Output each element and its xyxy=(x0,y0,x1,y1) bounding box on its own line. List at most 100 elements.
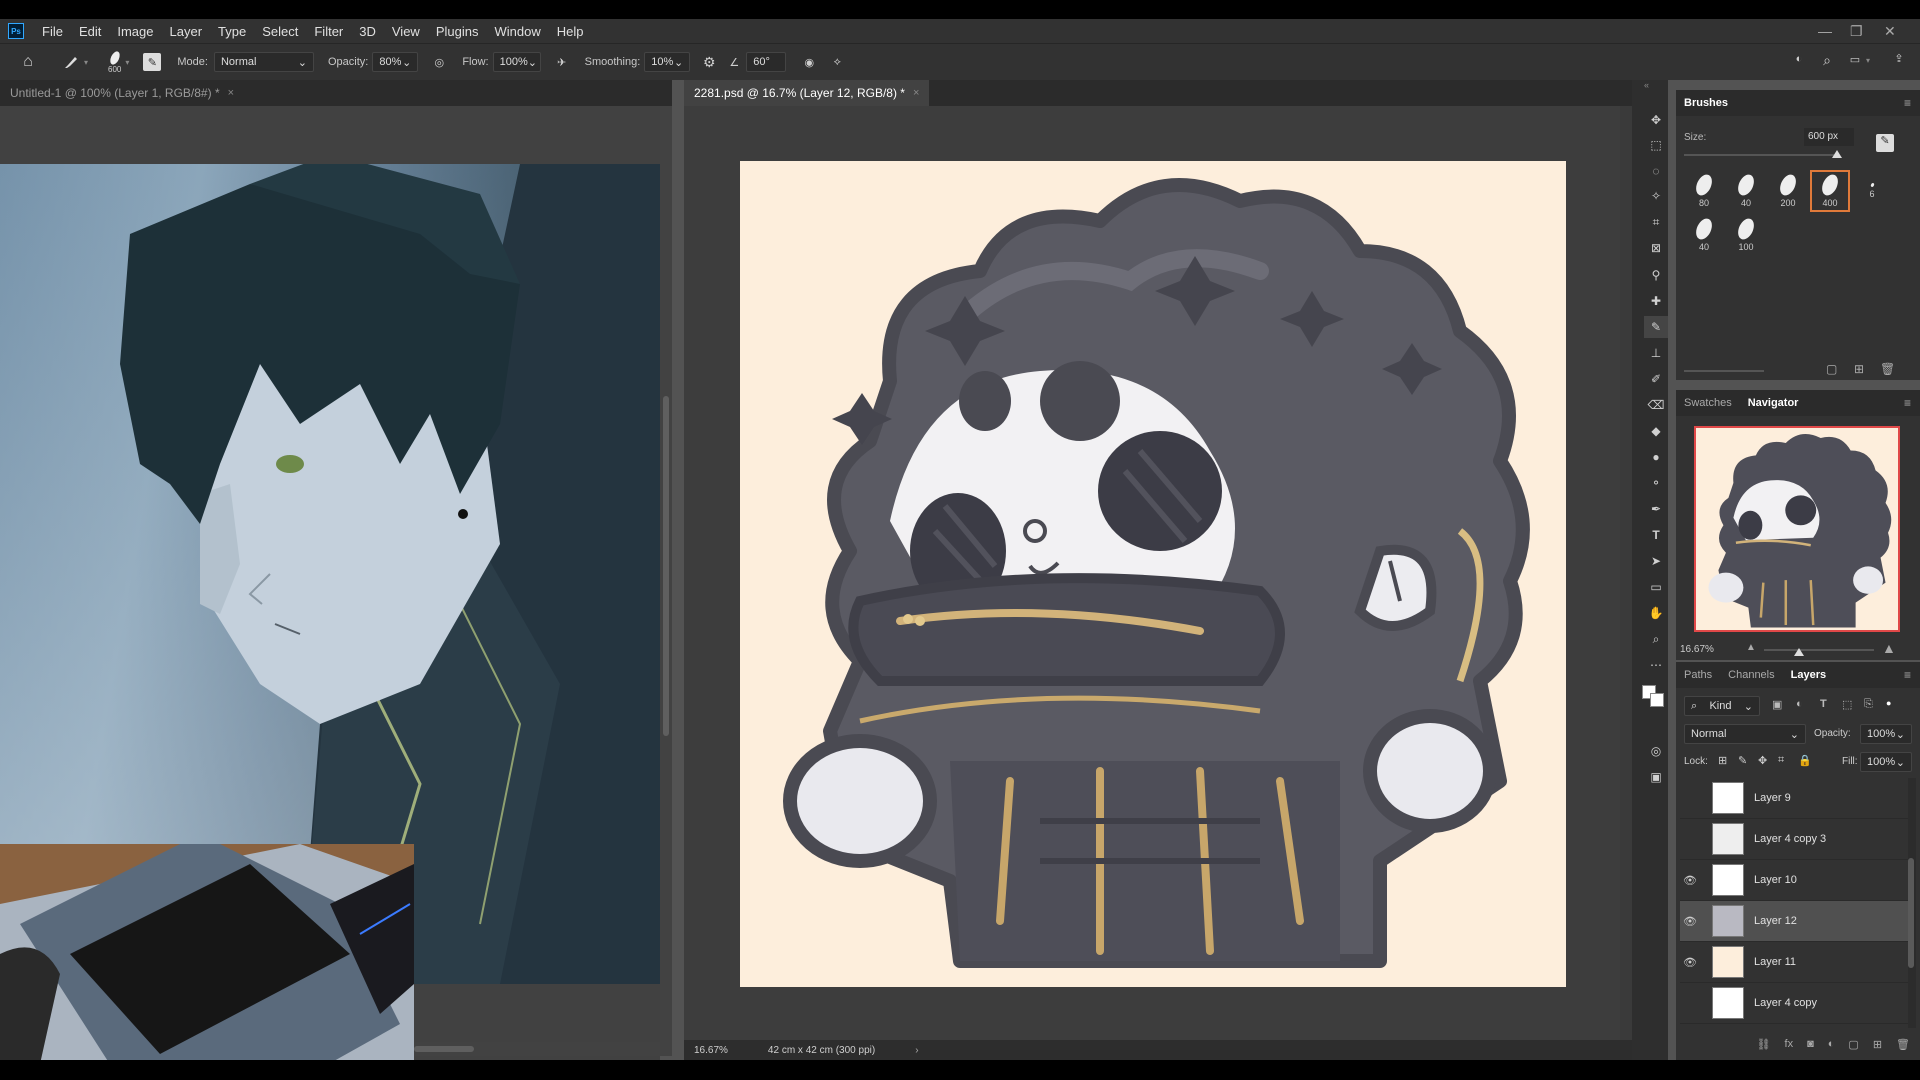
gear-icon[interactable]: ⚙ xyxy=(700,54,718,71)
menu-edit[interactable]: Edit xyxy=(71,24,109,39)
status-zoom[interactable]: 16.67% xyxy=(694,1045,728,1056)
eye-icon[interactable]: 👁 xyxy=(1680,874,1700,887)
filter-shape-icon[interactable]: ⬚ xyxy=(1842,698,1852,711)
chevron-down-icon[interactable]: ▾ xyxy=(1866,56,1870,65)
scroll-thumb[interactable] xyxy=(1908,858,1914,968)
type-tool-icon[interactable]: T xyxy=(1644,524,1668,546)
layer-row[interactable]: Layer 4 copy 3 xyxy=(1680,819,1912,860)
eyedropper-icon[interactable]: ⚲ xyxy=(1644,264,1668,286)
menu-file[interactable]: File xyxy=(34,24,71,39)
airbrush-icon[interactable]: ✈ xyxy=(553,56,571,69)
adjustment-layer-icon[interactable]: ◐ xyxy=(1828,1038,1835,1050)
brush-preview-slider[interactable] xyxy=(1684,370,1764,372)
tab-paths[interactable]: Paths xyxy=(1676,669,1720,681)
history-brush-icon[interactable]: ✐ xyxy=(1644,368,1668,390)
brush-settings-icon[interactable]: ✎ xyxy=(143,53,162,71)
tab-swatches[interactable]: Swatches xyxy=(1676,397,1740,409)
menu-window[interactable]: Window xyxy=(486,24,548,39)
menu-select[interactable]: Select xyxy=(254,24,306,39)
left-vertical-scrollbar[interactable] xyxy=(660,106,672,1046)
brushes-panel-title[interactable]: Brushes xyxy=(1676,97,1736,109)
pressure-size-icon[interactable]: ◉ xyxy=(800,56,818,69)
layer-opacity-input[interactable]: 100% ⌄ xyxy=(1860,724,1912,744)
close-window-icon[interactable]: ✕ xyxy=(1884,19,1896,43)
lock-all-icon[interactable]: 🔒 xyxy=(1798,754,1812,767)
lock-position-icon[interactable]: ✥ xyxy=(1758,754,1767,767)
workspace-icon[interactable]: ▭ xyxy=(1846,53,1864,66)
angle-input[interactable]: 60° xyxy=(746,52,787,72)
collapse-icon[interactable]: « xyxy=(1644,80,1649,90)
opacity-input[interactable]: 80% ⌄ xyxy=(372,52,419,72)
chevron-right-icon[interactable]: › xyxy=(915,1045,918,1056)
navigator-zoom-slider[interactable] xyxy=(1764,649,1874,651)
crop-tool-icon[interactable]: ⌗ xyxy=(1644,211,1668,233)
menu-layer[interactable]: Layer xyxy=(162,24,211,39)
paint-bucket-icon[interactable]: ◆ xyxy=(1644,420,1668,442)
dodge-tool-icon[interactable]: ⚬ xyxy=(1644,472,1668,494)
layer-row-selected[interactable]: 👁 Layer 12 xyxy=(1680,901,1912,942)
marquee-tool-icon[interactable]: ⬚ xyxy=(1644,134,1668,156)
move-tool-icon[interactable]: ✥ xyxy=(1644,109,1668,131)
healing-brush-icon[interactable]: ✚ xyxy=(1644,290,1668,312)
filter-adjustment-icon[interactable]: ◐ xyxy=(1796,698,1803,710)
blend-mode-select[interactable]: Normal ⌄ xyxy=(1684,724,1806,744)
brush-preset-40[interactable]: 40 xyxy=(1726,170,1766,212)
flow-input[interactable]: 100% ⌄ xyxy=(492,52,541,72)
path-selection-icon[interactable]: ➤ xyxy=(1644,550,1668,572)
tab-layers[interactable]: Layers xyxy=(1783,669,1834,681)
brush-tool-preset-icon[interactable] xyxy=(62,54,80,70)
minimize-icon[interactable]: — xyxy=(1818,19,1832,43)
pen-tool-icon[interactable]: ✒ xyxy=(1644,498,1668,520)
link-layers-icon[interactable]: ⛓ xyxy=(1757,1038,1771,1051)
new-layer-icon[interactable]: ⊞ xyxy=(1873,1038,1882,1051)
menu-3d[interactable]: 3D xyxy=(351,24,384,39)
tab-untitled-1[interactable]: Untitled-1 @ 100% (Layer 1, RGB/8#) * × xyxy=(0,80,244,106)
panel-menu-icon[interactable]: ≡ xyxy=(1904,96,1911,110)
close-icon[interactable]: × xyxy=(913,87,919,99)
filter-type-icon[interactable]: T xyxy=(1820,698,1827,710)
eye-icon[interactable]: 👁 xyxy=(1680,956,1700,969)
tab-channels[interactable]: Channels xyxy=(1720,669,1782,681)
panel-menu-icon[interactable]: ≡ xyxy=(1904,668,1911,682)
rectangle-tool-icon[interactable]: ▭ xyxy=(1644,576,1668,598)
blur-tool-icon[interactable]: ● xyxy=(1644,446,1668,468)
layer-row[interactable]: 👁 Layer 10 xyxy=(1680,860,1912,901)
new-group-folder-icon[interactable]: ▢ xyxy=(1848,1038,1858,1051)
tab-navigator[interactable]: Navigator xyxy=(1740,397,1807,409)
lock-pixels-icon[interactable]: ✎ xyxy=(1738,754,1747,767)
eye-icon[interactable]: 👁 xyxy=(1680,915,1700,928)
symmetry-icon[interactable]: ⟡ xyxy=(828,56,846,69)
brush-preset-80[interactable]: 80 xyxy=(1684,170,1724,212)
brush-preset-400-selected[interactable]: 400 xyxy=(1810,170,1850,212)
background-color-swatch[interactable] xyxy=(1650,693,1664,707)
layer-row[interactable]: Layer 9 xyxy=(1680,778,1912,819)
new-brush-icon[interactable]: ⊞ xyxy=(1854,362,1864,376)
menu-type[interactable]: Type xyxy=(210,24,254,39)
pressure-opacity-icon[interactable]: ◎ xyxy=(430,56,448,69)
add-mask-icon[interactable]: ◙ xyxy=(1807,1038,1814,1050)
main-vertical-scrollbar[interactable] xyxy=(1620,106,1632,1040)
magic-wand-icon[interactable]: ✧ xyxy=(1644,185,1668,207)
menu-image[interactable]: Image xyxy=(109,24,161,39)
trash-icon[interactable]: 🗑 xyxy=(1896,1038,1910,1051)
trash-icon[interactable]: 🗑 xyxy=(1880,362,1895,376)
slider-handle[interactable] xyxy=(1794,648,1804,656)
export-icon[interactable]: ⇪ xyxy=(1890,52,1908,65)
layer-row[interactable]: Layer 4 copy xyxy=(1680,983,1912,1024)
eraser-icon[interactable]: ⌫ xyxy=(1644,394,1668,416)
mode-select[interactable]: Normal ⌄ xyxy=(213,52,314,72)
layer-row[interactable]: 👁 Layer 11 xyxy=(1680,942,1912,983)
brush-tool-icon[interactable]: ✎ xyxy=(1644,316,1668,338)
smoothing-input[interactable]: 10% ⌄ xyxy=(644,52,691,72)
artwork-canvas[interactable] xyxy=(740,161,1566,987)
home-icon[interactable]: ⌂ xyxy=(18,53,38,71)
zoom-tool-icon[interactable]: ⌕ xyxy=(1644,628,1668,650)
lock-transparent-icon[interactable]: ⊞ xyxy=(1718,754,1727,767)
layers-scrollbar[interactable] xyxy=(1908,778,1916,1028)
panel-menu-icon[interactable]: ≡ xyxy=(1904,396,1911,410)
tab-2281-psd[interactable]: 2281.psd @ 16.7% (Layer 12, RGB/8) * × xyxy=(684,80,930,106)
brush-size-picker[interactable]: 600 xyxy=(108,49,121,74)
filter-toggle-icon[interactable]: ● xyxy=(1886,698,1891,708)
restore-icon[interactable]: ❐ xyxy=(1850,19,1863,43)
brush-preset-6[interactable]: 6 xyxy=(1852,170,1892,212)
